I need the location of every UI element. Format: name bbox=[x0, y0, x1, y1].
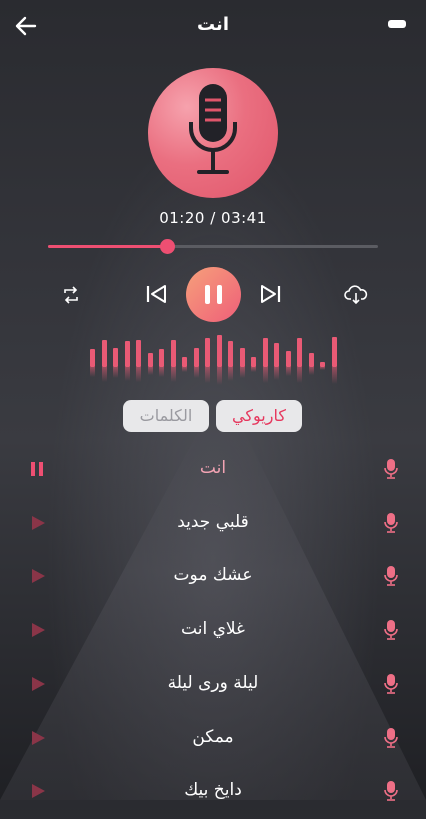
equalizer-bar-reflection bbox=[320, 367, 325, 370]
download-cloud-icon[interactable] bbox=[344, 284, 368, 308]
equalizer-bar bbox=[262, 338, 268, 367]
equalizer-bar-reflection bbox=[239, 367, 245, 378]
equalizer-bar bbox=[90, 349, 95, 367]
equalizer-bar-reflection bbox=[159, 367, 164, 377]
equalizer-bar bbox=[136, 339, 141, 367]
song-row[interactable]: دايخ بيك bbox=[0, 765, 426, 819]
equalizer-bar-reflection bbox=[251, 367, 256, 373]
album-art-microphone bbox=[148, 68, 278, 198]
equalizer-bar-reflection bbox=[147, 367, 153, 375]
equalizer-bar-reflection bbox=[124, 367, 130, 382]
equalizer-bar-reflection bbox=[90, 367, 95, 377]
top-bar: انت bbox=[0, 0, 426, 52]
equalizer-bar bbox=[274, 343, 279, 367]
equalizer-bar bbox=[101, 339, 107, 367]
pause-icon-bar bbox=[217, 285, 222, 304]
equalizer-bar-reflection bbox=[274, 367, 279, 381]
equalizer-visualizer bbox=[90, 335, 340, 385]
play-icon[interactable] bbox=[30, 730, 46, 750]
equalizer-bar bbox=[297, 338, 302, 367]
song-title: غلاي انت bbox=[181, 619, 245, 640]
song-title: عشك موت bbox=[173, 565, 253, 586]
equalizer-bar bbox=[182, 357, 187, 367]
seek-thumb[interactable] bbox=[159, 239, 175, 254]
microphone-icon[interactable] bbox=[384, 459, 398, 483]
equalizer-bar bbox=[205, 338, 210, 367]
equalizer-bar-reflection bbox=[113, 367, 118, 378]
equalizer-bar bbox=[239, 347, 245, 367]
seek-bar-progress bbox=[48, 245, 167, 248]
song-title: ممكن bbox=[192, 726, 234, 747]
equalizer-bar-reflection bbox=[182, 367, 187, 373]
play-icon[interactable] bbox=[30, 676, 46, 696]
microphone-icon[interactable] bbox=[384, 566, 398, 590]
equalizer-bar-reflection bbox=[262, 367, 268, 383]
song-row[interactable]: عشك موت bbox=[0, 550, 426, 604]
equalizer-bar-reflection bbox=[331, 367, 337, 384]
equalizer-bar-reflection bbox=[285, 367, 291, 376]
equalizer-bar bbox=[159, 349, 164, 367]
equalizer-bar-reflection bbox=[193, 367, 199, 378]
microphone-icon[interactable] bbox=[384, 673, 398, 698]
time-display: 01:20 / 03:41 bbox=[159, 209, 267, 227]
equalizer-bar bbox=[216, 335, 222, 367]
equalizer-bar bbox=[308, 352, 314, 367]
equalizer-bar bbox=[124, 341, 130, 367]
pause-button[interactable] bbox=[186, 267, 241, 322]
play-icon[interactable] bbox=[30, 622, 46, 642]
microphone-icon[interactable] bbox=[384, 781, 398, 805]
equalizer-bar-reflection bbox=[136, 367, 141, 382]
equalizer-bar bbox=[193, 347, 199, 367]
equalizer-bar bbox=[113, 347, 118, 367]
equalizer-bar-reflection bbox=[228, 367, 233, 382]
play-icon[interactable] bbox=[30, 783, 46, 803]
song-row[interactable]: ممكن bbox=[0, 712, 426, 766]
equalizer-bar-reflection bbox=[101, 367, 107, 382]
equalizer-bar-reflection bbox=[205, 367, 210, 383]
song-row[interactable]: قلبي جديد bbox=[0, 497, 426, 551]
tab-karaoke[interactable]: كاريوكي bbox=[216, 400, 302, 432]
equalizer-bar bbox=[331, 336, 337, 367]
seek-bar[interactable] bbox=[48, 239, 378, 254]
play-icon[interactable] bbox=[30, 568, 46, 588]
equalizer-bar bbox=[147, 352, 153, 367]
pause-icon bbox=[205, 285, 210, 304]
equalizer-bar-reflection bbox=[297, 367, 302, 383]
equalizer-bar-reflection bbox=[170, 367, 176, 382]
microphone-icon[interactable] bbox=[384, 620, 398, 644]
song-title: ليلة ورى ليلة bbox=[167, 672, 259, 693]
equalizer-bar bbox=[170, 339, 176, 367]
play-icon[interactable] bbox=[30, 515, 46, 535]
microphone-icon bbox=[189, 84, 237, 174]
song-title: دايخ بيك bbox=[184, 780, 242, 801]
microphone-icon[interactable] bbox=[384, 512, 398, 537]
equalizer-bar bbox=[285, 351, 291, 367]
page-title: انت bbox=[197, 14, 229, 35]
mode-tabs: الكلمات كاريوكي bbox=[0, 400, 426, 434]
equalizer-bar-reflection bbox=[308, 367, 314, 375]
pause-icon[interactable] bbox=[30, 461, 44, 481]
next-icon[interactable] bbox=[259, 284, 281, 308]
song-row[interactable]: ليلة ورى ليلة bbox=[0, 658, 426, 712]
song-row[interactable]: انت bbox=[0, 443, 426, 497]
equalizer-bar bbox=[228, 341, 233, 367]
equalizer-bar bbox=[251, 357, 256, 367]
song-title: قلبي جديد bbox=[177, 511, 249, 532]
song-title: انت bbox=[199, 458, 227, 478]
microphone-icon[interactable] bbox=[384, 727, 398, 752]
tab-lyrics[interactable]: الكلمات bbox=[123, 400, 209, 432]
song-row[interactable]: غلاي انت bbox=[0, 604, 426, 658]
previous-icon[interactable] bbox=[146, 284, 168, 308]
menu-icon[interactable] bbox=[388, 20, 406, 28]
repeat-icon[interactable] bbox=[62, 286, 80, 308]
equalizer-bar-reflection bbox=[216, 367, 222, 385]
